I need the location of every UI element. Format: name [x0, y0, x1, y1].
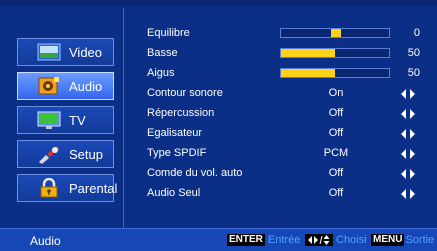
setting-row-basse[interactable]: Basse 50 [147, 44, 427, 64]
setting-row-repercussion[interactable]: Répercussion Off [147, 104, 427, 124]
setting-value: Off [328, 127, 344, 139]
basse-slider-fill [281, 49, 335, 57]
setting-value: PCM [323, 147, 349, 159]
tv-icon [37, 110, 61, 130]
setting-label: Audio Seul [147, 187, 201, 199]
setup-icon [37, 144, 61, 164]
left-right-arrow-icon[interactable] [401, 148, 415, 160]
equilibre-slider-marker [331, 29, 341, 37]
setting-value: Off [328, 187, 344, 199]
setting-label: Equilibre [147, 27, 190, 39]
aigus-slider-fill [281, 69, 335, 77]
setting-row-contour[interactable]: Contour sonore On [147, 84, 427, 104]
sidebar-item-label: TV [69, 112, 86, 128]
aigus-slider[interactable] [280, 68, 390, 78]
setting-value: 0 [413, 27, 420, 39]
setting-label: Aigus [147, 67, 175, 79]
sidebar-item-label: Video [69, 44, 103, 60]
navigate-arrows-icon [305, 234, 333, 246]
left-right-arrow-icon[interactable] [401, 168, 415, 180]
sidebar-item-audio[interactable]: Audio [17, 72, 114, 100]
audio-settings-list: Equilibre 0 Basse 50 Aigus 50 Contour so… [147, 24, 427, 204]
setting-row-equilibre[interactable]: Equilibre 0 [147, 24, 427, 44]
setting-label: Type SPDIF [147, 147, 207, 159]
sidebar-item-tv[interactable]: TV [17, 106, 114, 134]
setting-label: Basse [147, 47, 178, 59]
help-navigate: Choisi [305, 234, 367, 246]
equilibre-slider[interactable] [280, 28, 390, 38]
setting-value: On [328, 87, 344, 99]
setting-row-spdif[interactable]: Type SPDIF PCM [147, 144, 427, 164]
setting-row-egalisateur[interactable]: Egalisateur Off [147, 124, 427, 144]
setting-value: 50 [407, 67, 420, 79]
audio-icon [37, 76, 61, 96]
audio-settings-screen: Video Audio TV Setup Parental Equilibre … [0, 0, 437, 251]
help-menu: MENU Sortie [371, 234, 434, 246]
left-right-arrow-icon[interactable] [401, 108, 415, 120]
menu-key: MENU [371, 234, 405, 246]
setting-value: 50 [407, 47, 420, 59]
setting-label: Egalisateur [147, 127, 203, 139]
help-enter: ENTER Entrée [227, 234, 300, 246]
sidebar-item-setup[interactable]: Setup [17, 140, 114, 168]
menu-label: Sortie [405, 234, 435, 246]
navigate-label: Choisi [336, 234, 367, 246]
panel-divider [121, 8, 123, 228]
setting-row-volauto[interactable]: Comde du vol. auto Off [147, 164, 427, 184]
left-right-arrow-icon[interactable] [401, 88, 415, 100]
sidebar-item-video[interactable]: Video [17, 38, 114, 66]
setting-row-aigus[interactable]: Aigus 50 [147, 64, 427, 84]
footer-bar: Audio ENTER Entrée Choisi MENU Sortie [0, 228, 437, 251]
sidebar-item-label: Parental [69, 180, 118, 196]
setting-row-audioseul[interactable]: Audio Seul Off [147, 184, 427, 204]
top-band [0, 0, 437, 6]
setting-label: Contour sonore [147, 87, 223, 99]
sidebar-item-parental[interactable]: Parental [17, 174, 118, 202]
setting-label: Comde du vol. auto [147, 167, 243, 179]
enter-label: Entrée [267, 234, 301, 246]
video-icon [37, 42, 61, 62]
lock-icon [37, 178, 61, 198]
setting-value: Off [328, 107, 344, 119]
basse-slider[interactable] [280, 48, 390, 58]
enter-key: ENTER [227, 234, 265, 246]
left-right-arrow-icon[interactable] [401, 128, 415, 140]
sidebar-item-label: Setup [69, 146, 103, 162]
left-right-arrow-icon[interactable] [401, 188, 415, 200]
sidebar: Video Audio TV Setup Parental [17, 38, 118, 208]
setting-label: Répercussion [147, 107, 215, 119]
footer-title: Audio [30, 234, 61, 248]
sidebar-item-label: Audio [69, 78, 103, 94]
setting-value: Off [328, 167, 344, 179]
